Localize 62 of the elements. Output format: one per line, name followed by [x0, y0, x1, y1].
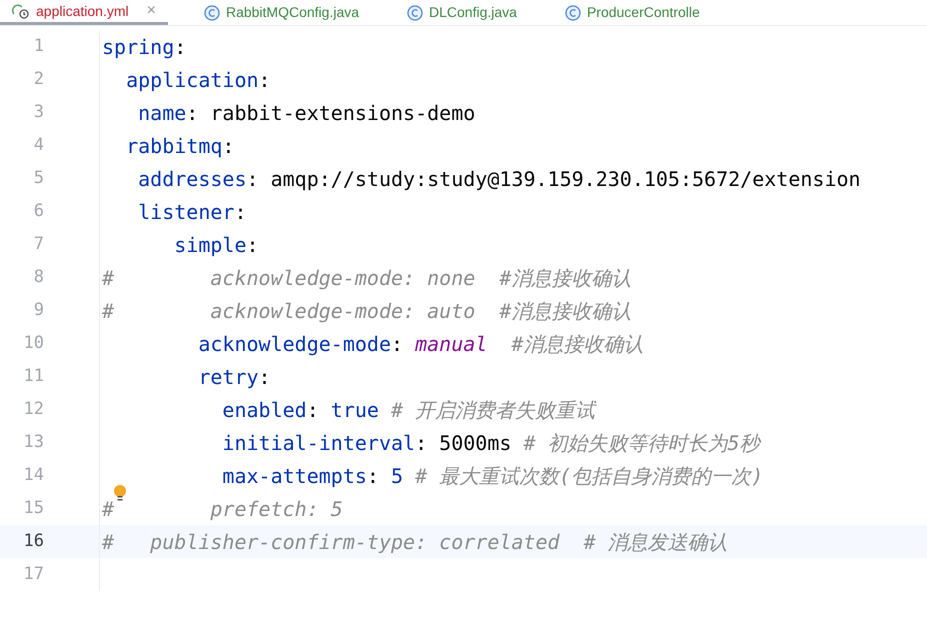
line-number: 2 — [32, 68, 44, 91]
line-number: 15 — [22, 496, 44, 520]
line-number: 17 — [22, 562, 44, 586]
code-token: max-attempts — [221, 462, 367, 490]
code-token: : — [174, 34, 186, 60]
code-token: initial-interval — [221, 430, 416, 456]
code-token: : 5000ms — [415, 430, 512, 456]
code-token: : — [258, 364, 271, 390]
code-token: : amqp://study:study@139.159.230.105:5672/extension — [246, 166, 861, 192]
line-number: 11 — [22, 364, 44, 388]
line-number: 7 — [32, 232, 44, 256]
code-token: #消息接收确认 — [510, 330, 644, 358]
code-token: : — [234, 198, 246, 226]
line-number: 9 — [32, 298, 44, 322]
code-token: # prefetch: 5 — [102, 496, 343, 522]
code-token: # acknowledge-mode: auto #消息接收确认 — [102, 298, 632, 324]
line-number: 16 — [22, 530, 44, 553]
line-number: 14 — [22, 464, 44, 487]
code-token: : — [306, 396, 320, 424]
class-icon — [204, 4, 220, 20]
editor-tab[interactable]: application.yml × — [0, 0, 168, 25]
code-token: : — [390, 330, 404, 358]
editor-tab[interactable]: ProducerControlle — [552, 0, 712, 25]
code-token: spring — [102, 34, 174, 60]
code-token: application — [125, 66, 259, 94]
code-token: retry — [197, 364, 259, 390]
line-number: 4 — [32, 134, 44, 157]
line-number: 3 — [32, 100, 44, 124]
code-token: : — [366, 462, 380, 490]
class-icon — [564, 4, 581, 20]
code-token: rabbitmq — [125, 132, 222, 160]
line-number: 8 — [32, 266, 44, 289]
line-number: 1 — [32, 34, 44, 58]
code-token: : — [258, 66, 271, 94]
line-number: 10 — [22, 332, 44, 355]
code-token: enabled — [221, 396, 307, 424]
config-file-icon — [12, 3, 30, 19]
close-button[interactable]: × — [146, 0, 156, 23]
code-token: manual — [415, 330, 488, 358]
code-token: acknowledge-mode — [197, 330, 391, 358]
code-token: addresses — [137, 166, 246, 192]
lightbulb-icon[interactable] — [113, 484, 127, 504]
class-icon — [407, 4, 424, 20]
code-token: 5 — [391, 462, 404, 490]
code-token: : rabbit-extensions-demo — [186, 100, 476, 126]
code-token: # 开启消费者失败重试 — [390, 396, 596, 424]
code-token: name — [137, 100, 186, 126]
line-number: 5 — [32, 166, 44, 190]
editor-tab[interactable]: RabbitMQConfig.java — [192, 0, 372, 25]
code-token: : — [246, 232, 259, 258]
code-token: # acknowledge-mode: none #消息接收确认 — [102, 264, 632, 292]
code-token: # 最大重试次数(包括自身消费的一次) — [414, 462, 764, 490]
code-token: # publisher-confirm-type: correlated # 消息发送确认 — [102, 528, 728, 556]
line-number: 12 — [22, 398, 44, 421]
code-token: listener — [137, 198, 234, 226]
code-token: # 初始失败等待时长为5秒 — [522, 430, 760, 456]
line-number: 13 — [22, 430, 44, 454]
code-token: : — [222, 132, 234, 160]
code-token: true — [330, 396, 379, 424]
line-number: 6 — [32, 200, 44, 223]
editor-tab[interactable]: DLConfig.java — [395, 0, 529, 25]
code-token: simple — [173, 232, 246, 258]
